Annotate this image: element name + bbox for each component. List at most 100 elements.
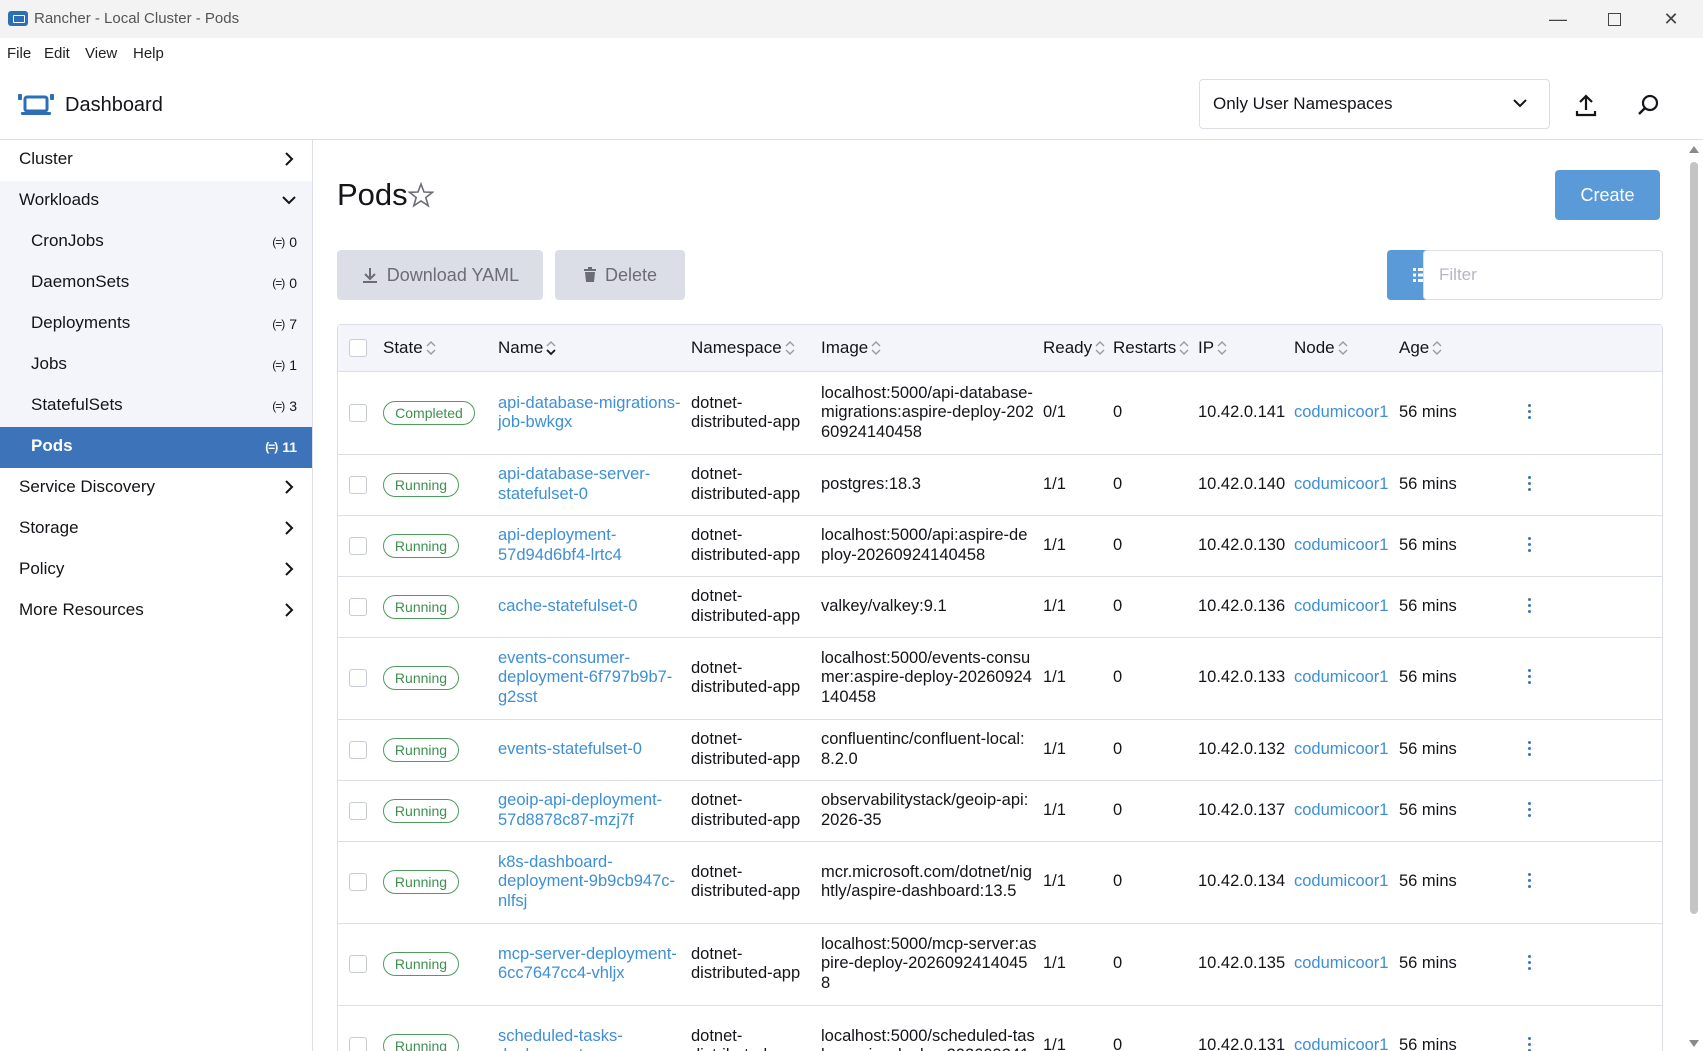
brand-label[interactable]: Dashboard xyxy=(65,94,163,117)
row-actions-kebab-icon[interactable] xyxy=(1528,873,1532,891)
pod-name-link[interactable]: mcp-server-deployment- 6cc7647cc4-vhljx xyxy=(498,945,683,984)
node-link[interactable]: codumicoor1 xyxy=(1294,536,1394,556)
pod-name-link[interactable]: api-deployment- 57d94d6bf4-lrtc4 xyxy=(498,526,683,565)
node-link[interactable]: codumicoor1 xyxy=(1294,872,1394,892)
node-link[interactable]: codumicoor1 xyxy=(1294,668,1394,688)
nav-service-discovery[interactable]: Service Discovery xyxy=(0,468,312,509)
upload-icon[interactable] xyxy=(1573,92,1599,118)
row-actions-kebab-icon[interactable] xyxy=(1528,597,1532,616)
create-button[interactable]: Create xyxy=(1555,170,1660,220)
delete-button[interactable]: Delete xyxy=(555,250,685,300)
row-actions-kebab-icon[interactable] xyxy=(1528,1037,1532,1051)
minimize-icon[interactable]: — xyxy=(1530,4,1586,34)
close-icon[interactable]: ✕ xyxy=(1643,4,1699,34)
download-yaml-button[interactable]: Download YAML xyxy=(337,250,543,300)
col-ip[interactable]: IP xyxy=(1198,338,1227,358)
select-all-checkbox[interactable] xyxy=(349,339,367,357)
namespace-cell: dotnet-distributed-app xyxy=(691,944,801,983)
node-link[interactable]: codumicoor1 xyxy=(1294,954,1394,974)
row-checkbox[interactable] xyxy=(349,740,367,759)
nav-cluster[interactable]: Cluster xyxy=(0,140,312,181)
pod-name-link[interactable]: api-database-server-statefulset-0 xyxy=(498,465,683,504)
ready-cell: 1/1 xyxy=(1043,1036,1066,1051)
scroll-down-icon[interactable] xyxy=(1689,1040,1699,1047)
row-checkbox[interactable] xyxy=(349,404,367,422)
pod-name-link[interactable]: scheduled-tasks-deployment- xyxy=(498,1027,683,1051)
nav-pods[interactable]: Pods (=) 11 xyxy=(0,427,312,468)
row-checkbox[interactable] xyxy=(349,801,367,820)
node-link[interactable]: codumicoor1 xyxy=(1294,740,1394,760)
menu-help[interactable]: Help xyxy=(133,45,164,62)
row-checkbox[interactable] xyxy=(349,955,367,973)
pod-name-link[interactable]: k8s-dashboard-deployment-9b9cb947c-nlfsj xyxy=(498,853,683,912)
rancher-app-icon xyxy=(8,11,28,26)
col-image[interactable]: Image xyxy=(821,338,881,358)
col-restarts[interactable]: Restarts xyxy=(1113,338,1189,358)
menu-file[interactable]: File xyxy=(7,45,31,62)
row-checkbox[interactable] xyxy=(349,597,367,616)
node-link[interactable]: codumicoor1 xyxy=(1294,475,1394,495)
node-link[interactable]: codumicoor1 xyxy=(1294,403,1394,423)
age-cell: 56 mins xyxy=(1399,403,1457,422)
scrollbar-thumb[interactable] xyxy=(1690,162,1698,914)
nav-more-resources[interactable]: More Resources xyxy=(0,591,312,632)
col-state[interactable]: State xyxy=(383,338,436,358)
row-actions-kebab-icon[interactable] xyxy=(1528,801,1532,820)
row-actions-kebab-icon[interactable] xyxy=(1528,475,1532,494)
nav-count: (=) 1 xyxy=(272,357,297,373)
row-actions-kebab-icon[interactable] xyxy=(1528,404,1532,422)
node-link[interactable]: codumicoor1 xyxy=(1294,1036,1394,1051)
menu-view[interactable]: View xyxy=(85,45,117,62)
image-cell: mcr.microsoft.com/dotnet/nig htly/aspire-… xyxy=(821,862,1032,901)
col-node[interactable]: Node xyxy=(1294,338,1348,358)
row-checkbox[interactable] xyxy=(349,536,367,555)
row-checkbox[interactable] xyxy=(349,669,367,687)
pod-name-link[interactable]: cache-statefulset-0 xyxy=(498,597,683,617)
row-checkbox[interactable] xyxy=(349,873,367,891)
pod-name-link[interactable]: geoip-api-deployment- 57d8878c87-mzj7f xyxy=(498,791,683,830)
image-cell: confluentinc/confluent-local: 8.2.0 xyxy=(821,730,1025,768)
nav-label: Workloads xyxy=(19,190,99,209)
status-badge: Running xyxy=(383,666,459,690)
search-icon[interactable] xyxy=(1635,92,1661,118)
row-actions-kebab-icon[interactable] xyxy=(1528,536,1532,555)
row-actions-kebab-icon[interactable] xyxy=(1528,740,1532,759)
status-badge: Running xyxy=(383,870,459,894)
col-namespace[interactable]: Namespace xyxy=(691,338,795,358)
pod-name-link[interactable]: events-statefulset-0 xyxy=(498,740,683,760)
col-name[interactable]: Name xyxy=(498,338,556,358)
pod-name-link[interactable]: events-consumer-deployment-6f797b9b7- g2s… xyxy=(498,649,683,708)
row-checkbox[interactable] xyxy=(349,475,367,494)
nav-cronjobs[interactable]: CronJobs (=) 0 xyxy=(0,222,312,263)
col-ready[interactable]: Ready xyxy=(1043,338,1105,358)
row-actions-kebab-icon[interactable] xyxy=(1528,955,1532,973)
ready-cell: 1/1 xyxy=(1043,668,1066,687)
scroll-up-icon[interactable] xyxy=(1689,146,1699,153)
node-link[interactable]: codumicoor1 xyxy=(1294,801,1394,821)
menu-edit[interactable]: Edit xyxy=(44,45,70,62)
ready-cell: 1/1 xyxy=(1043,800,1066,819)
row-checkbox[interactable] xyxy=(349,1037,367,1051)
sidebar: Cluster Workloads CronJobs (=) 0 DaemonSe… xyxy=(0,140,313,1051)
nav-jobs[interactable]: Jobs (=) 1 xyxy=(0,345,312,386)
nav-statefulsets[interactable]: StatefulSets (=) 3 xyxy=(0,386,312,427)
nav-workloads[interactable]: Workloads xyxy=(0,181,312,222)
sort-icon xyxy=(1095,341,1105,355)
pod-name-link[interactable]: api-database-migrations-job-bwkgx xyxy=(498,394,683,433)
ready-cell: 1/1 xyxy=(1043,596,1066,615)
page-scrollbar[interactable] xyxy=(1686,140,1703,1051)
age-cell: 56 mins xyxy=(1399,1036,1457,1051)
status-badge: Running xyxy=(383,1034,459,1051)
namespace-filter-select[interactable]: Only User Namespaces xyxy=(1199,79,1550,129)
nav-deployments[interactable]: Deployments (=) 7 xyxy=(0,304,312,345)
nav-policy[interactable]: Policy xyxy=(0,550,312,591)
nav-count: (=) 0 xyxy=(272,275,297,291)
node-link[interactable]: codumicoor1 xyxy=(1294,597,1394,617)
star-icon[interactable] xyxy=(408,182,434,208)
col-age[interactable]: Age xyxy=(1399,338,1442,358)
filter-input[interactable]: Filter xyxy=(1423,250,1663,300)
row-actions-kebab-icon[interactable] xyxy=(1528,669,1532,687)
nav-storage[interactable]: Storage xyxy=(0,509,312,550)
maximize-icon[interactable] xyxy=(1586,4,1642,34)
nav-daemonsets[interactable]: DaemonSets (=) 0 xyxy=(0,263,312,304)
